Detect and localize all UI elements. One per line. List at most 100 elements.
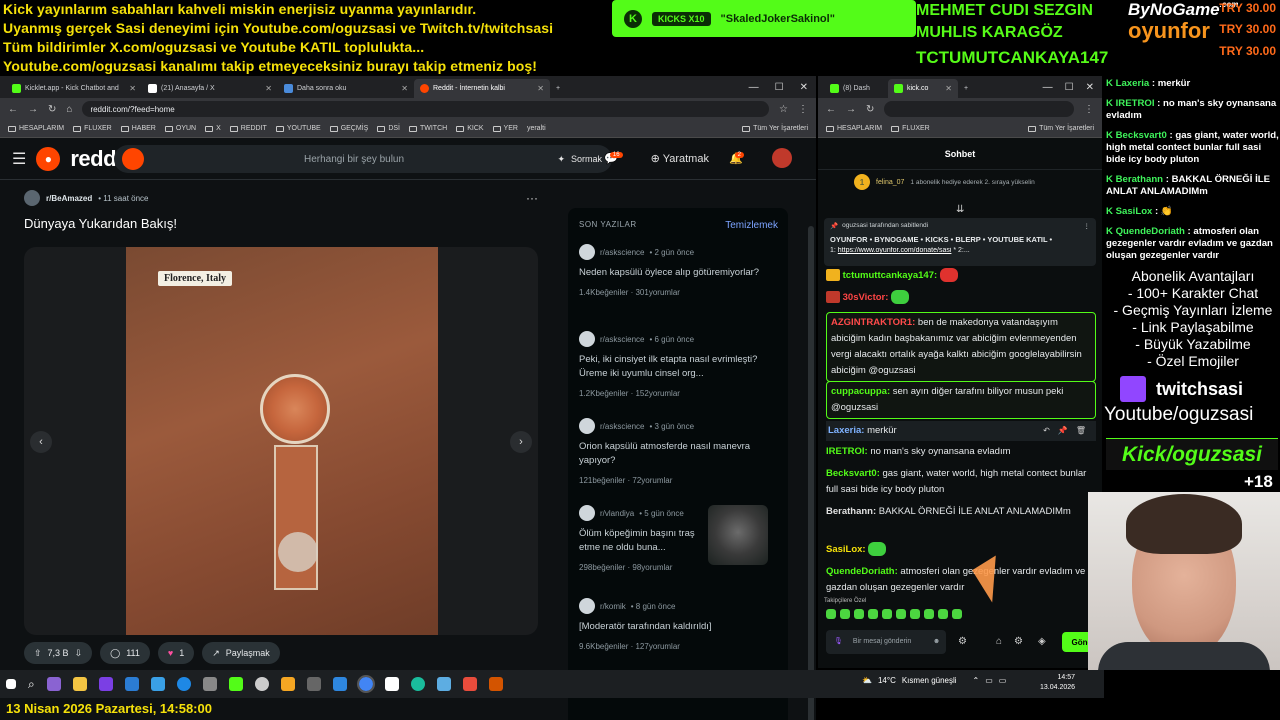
carousel-next-icon[interactable]: › [510, 431, 532, 453]
comments-button[interactable]: ◯ 111 [100, 642, 150, 664]
search-input[interactable]: Herhangi bir şey bulun ✦ Sormak [114, 145, 612, 173]
recent-post[interactable]: r/askscience • 3 gün önce Orion kapsülü a… [579, 418, 779, 485]
bookmark-dsi[interactable]: DSİ [377, 125, 400, 132]
expand-icon[interactable]: ⇊ [956, 204, 964, 215]
donate-link[interactable]: https://www.oyunfor.com/donate/sasi [838, 247, 952, 254]
mic-icon[interactable]: 🎙 [834, 638, 843, 646]
minimize-icon[interactable]: — [749, 82, 759, 93]
back-icon[interactable]: ← [8, 104, 18, 115]
emote-icon[interactable] [826, 609, 836, 619]
bookmark-all[interactable]: Tüm Yer İşaretleri [742, 125, 808, 132]
chat-input[interactable]: 🎙 Bir mesaj gönderin ☻ [826, 630, 946, 654]
chat-icon[interactable]: 💬16 [604, 151, 630, 165]
app-icon[interactable] [436, 677, 451, 691]
bookmark-all[interactable]: Tüm Yer İşaretleri [1028, 125, 1094, 132]
bookmark-hesaplarim[interactable]: HESAPLARIM [8, 125, 64, 132]
camera-icon[interactable] [202, 677, 217, 691]
reddit-logo-icon[interactable]: ● [36, 146, 61, 171]
tab-read-later[interactable]: Daha sonra oku ✕ [278, 79, 414, 98]
home-icon[interactable]: ⌂ [66, 104, 72, 115]
tab-x[interactable]: (21) Anasayfa / X ✕ [142, 79, 278, 98]
tab-dashboard[interactable]: (8) Dash [824, 79, 888, 98]
downvote-icon[interactable]: ⇩ [75, 648, 83, 659]
maximize-icon[interactable]: ☐ [775, 82, 784, 93]
recent-post[interactable]: r/vlandiya • 5 gün önce Ölüm köpeğimin ba… [579, 505, 779, 572]
pinned-message[interactable]: 📌 oguzsasi tarafından sabitlendi ⋮ OYUNFOR… [824, 218, 1096, 266]
subreddit-avatar[interactable] [24, 190, 40, 206]
bookmark-yeralti[interactable]: yeralti [527, 125, 546, 132]
emoji-icon[interactable]: ☻ [933, 638, 940, 646]
close-tab-icon[interactable]: ✕ [537, 84, 544, 93]
app-icon[interactable] [384, 677, 399, 691]
bookmark-reddit[interactable]: REDDIT [229, 125, 267, 132]
app-icon[interactable] [306, 677, 321, 691]
message-actions[interactable]: ↶📌🗑 [1043, 423, 1094, 439]
kick-app-icon[interactable] [228, 677, 243, 691]
app-icon[interactable] [254, 677, 269, 691]
create-button[interactable]: ⊕ Yaratmak [651, 152, 709, 165]
emote-icon[interactable] [924, 609, 934, 619]
share-button[interactable]: ↗ Paylaşmak [202, 642, 280, 664]
app-icon[interactable] [46, 677, 61, 691]
tab-kick[interactable]: kick.co ✕ [888, 79, 958, 98]
close-window-icon[interactable]: ✕ [1086, 82, 1094, 93]
emote-icon[interactable] [868, 609, 878, 619]
carousel-prev-icon[interactable]: ‹ [30, 431, 52, 453]
emote-icon[interactable] [840, 609, 850, 619]
notifications-icon[interactable]: 🔔2 [729, 151, 752, 165]
post-image[interactable]: Florence, Italy ‹ › [24, 247, 538, 635]
close-tab-icon[interactable]: ✕ [265, 84, 272, 93]
folder-app-icon[interactable] [72, 677, 87, 691]
system-clock[interactable]: 14:57 13.04.2026 [1040, 673, 1075, 693]
pinned-menu-icon[interactable]: ⋮ [1084, 222, 1091, 230]
bookmark-yer[interactable]: YER [492, 125, 518, 132]
bookmark-kick[interactable]: KICK [456, 125, 484, 132]
app-icon[interactable] [488, 677, 503, 691]
bot-icon[interactable]: ◈ [1038, 636, 1046, 647]
tab-kicklet[interactable]: Kicklet.app - Kick Chatbot and ✕ [6, 79, 142, 98]
recent-post[interactable]: r/askscience • 6 gün önce Peki, iki cinsi… [579, 331, 779, 398]
close-tab-icon[interactable]: ✕ [129, 84, 136, 93]
upvote-icon[interactable]: ⇧ [34, 648, 42, 659]
new-tab-button[interactable]: + [958, 79, 978, 98]
close-tab-icon[interactable]: ✕ [401, 84, 408, 93]
bookmark-gecmis[interactable]: GEÇMİŞ [329, 125, 368, 132]
bookmark-x[interactable]: X [205, 125, 221, 132]
subreddit-link[interactable]: r/BeAmazed [46, 194, 92, 203]
maximize-icon[interactable]: ☐ [1065, 82, 1074, 93]
app-icon[interactable] [410, 677, 425, 691]
recent-post[interactable]: r/komik • 8 gün önce [Moderatör tarafında… [579, 598, 779, 651]
back-icon[interactable]: ← [826, 104, 836, 115]
ask-button[interactable]: ✦ Sormak [557, 154, 602, 165]
settings-icon[interactable]: ⚙ [958, 636, 967, 647]
tab-reddit[interactable]: Reddit - İnternetin kalbi ✕ [414, 79, 550, 98]
close-window-icon[interactable]: ✕ [800, 82, 808, 93]
app-icon[interactable] [150, 677, 165, 691]
forward-icon[interactable]: → [28, 104, 38, 115]
chrome-icon[interactable] [356, 675, 375, 693]
start-icon[interactable] [6, 679, 16, 689]
leader-username[interactable]: felina_07 [876, 179, 904, 186]
post-title[interactable]: Dünyaya Yukarıdan Bakış! [24, 216, 538, 231]
more-options-icon[interactable]: ··· [526, 191, 538, 205]
store-icon[interactable]: ⌂ [996, 636, 1002, 647]
menu-icon[interactable]: ☰ [12, 149, 26, 169]
tray-icons[interactable]: ⌃▭▭ [973, 676, 1013, 685]
edge-icon[interactable] [176, 677, 191, 691]
url-input[interactable] [884, 101, 1074, 117]
url-input[interactable]: reddit.com/?feed=home [82, 101, 770, 117]
weather-widget[interactable]: ⛅ 14°C Kısmen güneşli ⌃▭▭ [862, 676, 1012, 685]
emote-icon[interactable] [938, 609, 948, 619]
vote-control[interactable]: ⇧ 7,3 B ⇩ [24, 642, 93, 664]
reload-icon[interactable]: ↻ [866, 104, 874, 115]
bookmark-oyun[interactable]: OYUN [164, 125, 196, 132]
minimize-icon[interactable]: — [1043, 82, 1053, 93]
bookmark-haber[interactable]: HABER [120, 125, 156, 132]
app-icon[interactable] [280, 677, 295, 691]
emote-icon[interactable] [910, 609, 920, 619]
brave-icon[interactable] [462, 677, 477, 691]
app-icon[interactable] [332, 677, 347, 691]
emote-icon[interactable] [882, 609, 892, 619]
search-icon[interactable]: ⌕ [28, 677, 35, 692]
gear-icon[interactable]: ⚙ [1014, 636, 1023, 647]
